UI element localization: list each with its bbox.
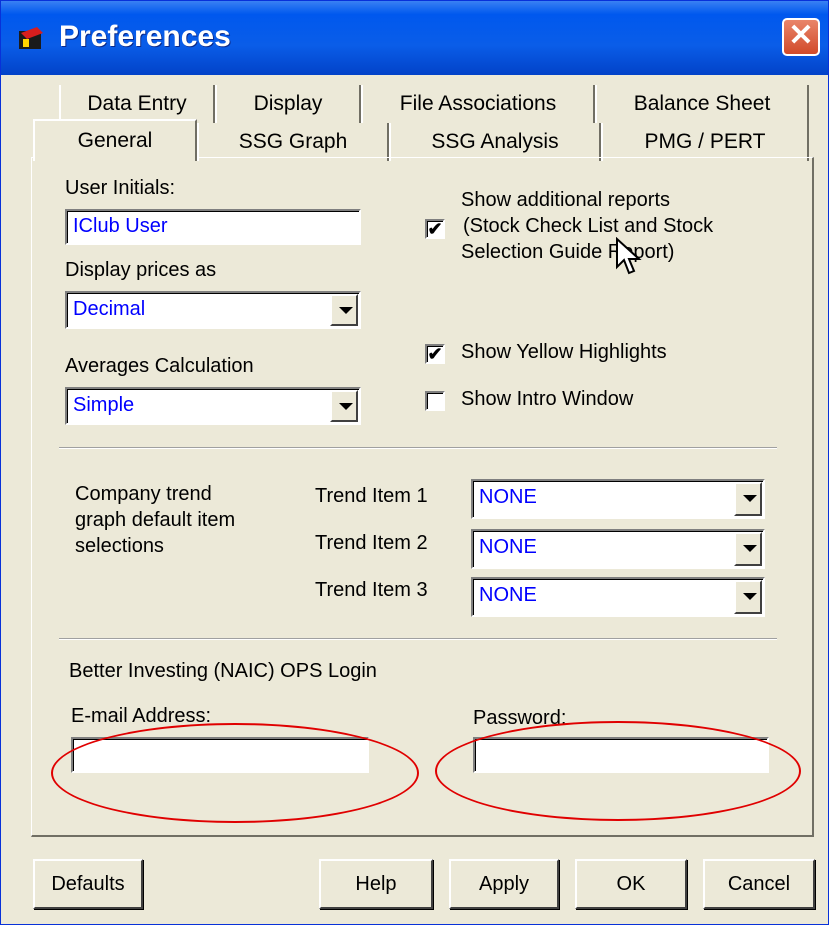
trend-item-2-value: NONE [479, 536, 537, 558]
window-title: Preferences [59, 20, 231, 53]
app-icon [19, 27, 43, 49]
trend-description-line3: selections [75, 535, 164, 557]
averages-calculation-label: Averages Calculation [65, 355, 254, 377]
trend-item-2-label: Trend Item 2 [315, 532, 428, 554]
tab-file-associations[interactable]: File Associations [361, 85, 595, 123]
tab-balance-sheet[interactable]: Balance Sheet [595, 85, 809, 123]
tab-pmg-pert[interactable]: PMG / PERT [601, 123, 809, 161]
show-yellow-highlights-label: Show Yellow Highlights [461, 341, 667, 363]
user-initials-field[interactable]: IClub User [65, 209, 361, 245]
chevron-down-icon[interactable] [330, 294, 358, 326]
show-reports-checkbox[interactable]: ✔ [425, 219, 445, 239]
chevron-down-icon[interactable] [734, 532, 762, 566]
tab-ssg-analysis[interactable]: SSG Analysis [389, 123, 601, 161]
apply-button[interactable]: Apply [449, 859, 559, 909]
chevron-down-icon[interactable] [734, 580, 762, 614]
show-reports-label-line1: Show additional reports [461, 189, 671, 211]
preferences-dialog: Preferences ✕ Data Entry Display File As… [0, 0, 829, 925]
tab-general[interactable]: General [33, 119, 197, 161]
tab-display[interactable]: Display [215, 85, 361, 123]
display-prices-label: Display prices as [65, 259, 217, 281]
user-initials-label: User Initials: [65, 177, 176, 199]
trend-item-1-label: Trend Item 1 [315, 485, 428, 507]
show-yellow-highlights-checkbox[interactable]: ✔ [425, 344, 445, 364]
trend-description-line1: Company trend [75, 483, 212, 505]
defaults-button[interactable]: Defaults [33, 859, 143, 909]
separator [59, 638, 777, 640]
separator [59, 447, 777, 449]
ok-button[interactable]: OK [575, 859, 687, 909]
trend-item-3-label: Trend Item 3 [315, 579, 428, 601]
cancel-button[interactable]: Cancel [703, 859, 815, 909]
tab-data-entry[interactable]: Data Entry [59, 85, 215, 123]
annotation-ellipse-email [51, 723, 419, 823]
show-reports-label-line2: (Stock Check List and Stock [463, 215, 714, 237]
login-section-label: Better Investing (NAIC) OPS Login [69, 660, 377, 682]
title-bar[interactable]: Preferences ✕ [1, 1, 828, 75]
averages-calculation-select[interactable]: Simple [65, 387, 361, 425]
trend-item-3-value: NONE [479, 584, 537, 606]
averages-calculation-value: Simple [73, 394, 135, 416]
show-intro-window-label: Show Intro Window [461, 388, 634, 410]
chevron-down-icon[interactable] [330, 390, 358, 422]
tab-ssg-graph[interactable]: SSG Graph [197, 123, 389, 161]
display-prices-select[interactable]: Decimal [65, 291, 361, 329]
show-intro-window-checkbox[interactable] [425, 391, 445, 411]
trend-item-1-value: NONE [479, 486, 537, 508]
close-button[interactable]: ✕ [782, 18, 820, 56]
trend-item-1-select[interactable]: NONE [471, 479, 765, 519]
annotation-ellipse-password [435, 721, 801, 821]
trend-description-line2: graph default item [75, 509, 236, 531]
mouse-cursor-icon [616, 237, 642, 275]
chevron-down-icon[interactable] [734, 482, 762, 516]
trend-item-2-select[interactable]: NONE [471, 529, 765, 569]
trend-item-3-select[interactable]: NONE [471, 577, 765, 617]
help-button[interactable]: Help [319, 859, 433, 909]
display-prices-value: Decimal [73, 298, 146, 320]
